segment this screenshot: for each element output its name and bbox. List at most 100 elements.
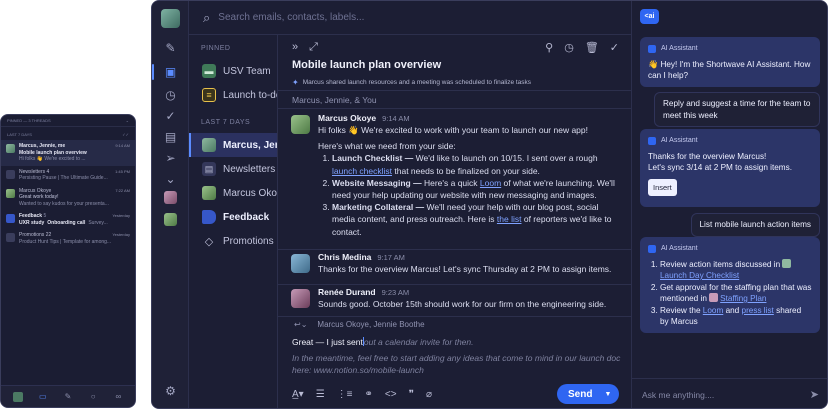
search-input[interactable] [218, 12, 519, 23]
ai-icon [648, 136, 656, 145]
mobile-thread-row[interactable]: Marcus, Jennie, me 9:14 AM Mobile launch … [1, 140, 135, 166]
check-all-icon[interactable]: ✓✓ [122, 132, 129, 137]
thread-names: Newsletters [19, 168, 46, 175]
inbox-icon[interactable]: ▣ [152, 63, 189, 81]
recent-section-label: LAST 7 DAYS [201, 119, 251, 126]
caret-down-icon[interactable]: ▼ [604, 391, 611, 398]
compose-icon[interactable]: ✎ [63, 392, 73, 402]
ai-input[interactable] [642, 389, 782, 400]
code-icon[interactable]: <> [385, 389, 397, 400]
item-text: Review action items discussed in [660, 259, 781, 269]
thread-item-marcus-jennie[interactable]: Marcus, Jenn [189, 133, 277, 157]
avatar [291, 289, 310, 309]
mobile-thread-row[interactable]: Feedback 5 Yesterday UXR study Onboarding… [1, 210, 135, 229]
pinned-item-launch-todo[interactable]: ≡ Launch to-do [189, 83, 277, 107]
thread-item-promotions[interactable]: ◇ Promotions 22 [189, 229, 277, 253]
contact-avatar[interactable] [164, 191, 177, 204]
pin-icon[interactable]: ⚲ [545, 41, 553, 54]
thread-snippet: Hi folks 👋 We're excited to ... [19, 156, 86, 162]
search-icon[interactable]: ○ [88, 392, 98, 402]
expand-icon[interactable]: ⤢ [309, 41, 318, 54]
sent-icon[interactable]: ➢ [152, 149, 189, 167]
message-text: Sounds good. October 15th should work fo… [318, 299, 607, 310]
collapse-icon[interactable]: » [292, 41, 298, 54]
bullet-list-icon[interactable]: ☰ [316, 389, 325, 400]
thread-title: Mobile launch plan overview [292, 59, 442, 71]
done-check-icon[interactable]: ✓ [610, 41, 619, 54]
send-button[interactable]: Send ▼ [557, 384, 619, 404]
numbered-list-icon[interactable]: ⋮≡ [337, 389, 353, 400]
done-check-icon[interactable]: ✓ [152, 107, 189, 125]
chevron-down-icon[interactable]: ⌄ [126, 118, 129, 123]
avatar [202, 138, 216, 152]
thread-names: Marcus, Jennie, me [19, 143, 66, 149]
recipients-text: Marcus Okoye, Jennie Boothe [317, 320, 425, 330]
pinned-item-usv-team[interactable]: ▬ USV Team [189, 59, 277, 83]
ai-summary: ✦ Marcus shared launch resources and a m… [278, 74, 631, 90]
inbox-icon[interactable]: ▭ [38, 392, 48, 402]
tag-icon [6, 233, 15, 242]
staffing-plan-link[interactable]: Staffing Plan [720, 294, 766, 303]
list-item: Marketing Collateral — We'll need your h… [332, 201, 621, 238]
reply-arrow-icon: ↩⌄ [294, 320, 308, 330]
drafts-icon[interactable]: ▤ [152, 128, 189, 146]
draft-suggestion: In the meantime, feel free to start addi… [292, 352, 621, 376]
loom-link[interactable]: Loom [703, 306, 723, 315]
insert-button[interactable]: Insert [648, 178, 677, 196]
thread-item-newsletters[interactable]: ▤ Newsletters 4 [189, 157, 277, 181]
user-message: List mobile launch action items [690, 213, 820, 237]
mobile-pinned-label: PINNED — 3 THREADS [7, 118, 51, 123]
launch-day-checklist-link[interactable]: Launch Day Checklist [660, 271, 739, 280]
mobile-thread-row[interactable]: Newsletters 4 1:45 PM Persisting Pause | … [1, 166, 135, 185]
item-text: Here's a quick [421, 177, 480, 188]
ai-icon[interactable]: ∞ [113, 392, 123, 402]
reply-draft[interactable]: Great — I just sentout a calendar invite… [278, 332, 631, 377]
thread-item-feedback[interactable]: Feedback 5 [189, 205, 277, 229]
send-arrow-icon[interactable]: ➤ [810, 388, 819, 401]
item-title: Marketing Collateral — [332, 202, 425, 213]
avatar [291, 253, 310, 273]
message: Marcus Okoye 9:14 AM Hi folks 👋 We're exc… [278, 113, 631, 238]
clock-icon[interactable]: ◷ [152, 86, 189, 104]
loom-link[interactable]: Loom [480, 178, 501, 188]
ai-message: AI Assistant 👋 Hey! I'm the Shortwave AI… [640, 37, 820, 87]
pinned-item-label: USV Team [223, 65, 271, 77]
thread-tags: UXR study Onboarding call Survey... [19, 220, 130, 227]
sender-name: Chris Medina [318, 251, 372, 262]
press-list-link[interactable]: press list [742, 306, 774, 315]
item-text: We'd like to launch on 10/15. I sent ove… [413, 153, 598, 164]
avatar[interactable] [12, 391, 23, 402]
thread-item-marcus-okoye[interactable]: Marcus Okoye [189, 181, 277, 205]
quote-icon[interactable]: ❞ [409, 389, 414, 400]
chevron-down-icon[interactable]: ⌄ [152, 170, 189, 188]
user-avatar[interactable] [161, 9, 180, 28]
list-item: Review action items discussed in Launch … [660, 258, 812, 282]
send-label: Send [568, 388, 593, 400]
reporter-list-link[interactable]: the list [497, 214, 522, 224]
link-icon[interactable]: ⚭ [365, 389, 373, 400]
trash-icon[interactable]: 🗑 [585, 41, 599, 54]
contact-avatar[interactable] [164, 213, 177, 226]
settings-gear-icon[interactable]: ⚙ [152, 382, 189, 400]
ai-label: AI Assistant [661, 137, 698, 144]
thread-item-label: Marcus, Jenn [223, 139, 277, 151]
user-message: Reply and suggest a time for the team to… [654, 92, 820, 127]
reply-recipients[interactable]: ↩⌄ Marcus Okoye, Jennie Boothe [278, 316, 631, 332]
sender-name: Renée Durand [318, 287, 376, 298]
snooze-clock-icon[interactable]: ◷ [564, 41, 574, 54]
mobile-section-label: LAST 7 DAYS [7, 132, 32, 137]
text-format-icon[interactable]: A̲▾ [292, 389, 304, 400]
mobile-app-preview: PINNED — 3 THREADS ⌄ LAST 7 DAYS ✓✓ Marc… [0, 114, 136, 408]
mobile-thread-row[interactable]: Promotions 22 Yesterday Product Hunt Tips… [1, 229, 135, 248]
newsletter-icon: ▤ [202, 162, 216, 176]
list-item: Get approval for the staffing plan that … [660, 282, 812, 305]
thread-list: PINNED ▬ USV Team ≡ Launch to-do LAST 7 … [189, 35, 278, 408]
launch-checklist-link[interactable]: launch checklist [332, 166, 392, 176]
todo-icon: ≡ [202, 88, 216, 102]
compose-icon[interactable]: ✎ [152, 39, 189, 57]
mobile-section-header: LAST 7 DAYS ✓✓ [1, 127, 135, 140]
tag: Survey... [88, 219, 108, 226]
mobile-thread-row[interactable]: Marcus Okoye 7:22 AM Great work today! Wa… [1, 185, 135, 211]
attachment-icon[interactable]: ⌀ [426, 389, 432, 400]
thread-time: 7:22 AM [115, 187, 130, 193]
